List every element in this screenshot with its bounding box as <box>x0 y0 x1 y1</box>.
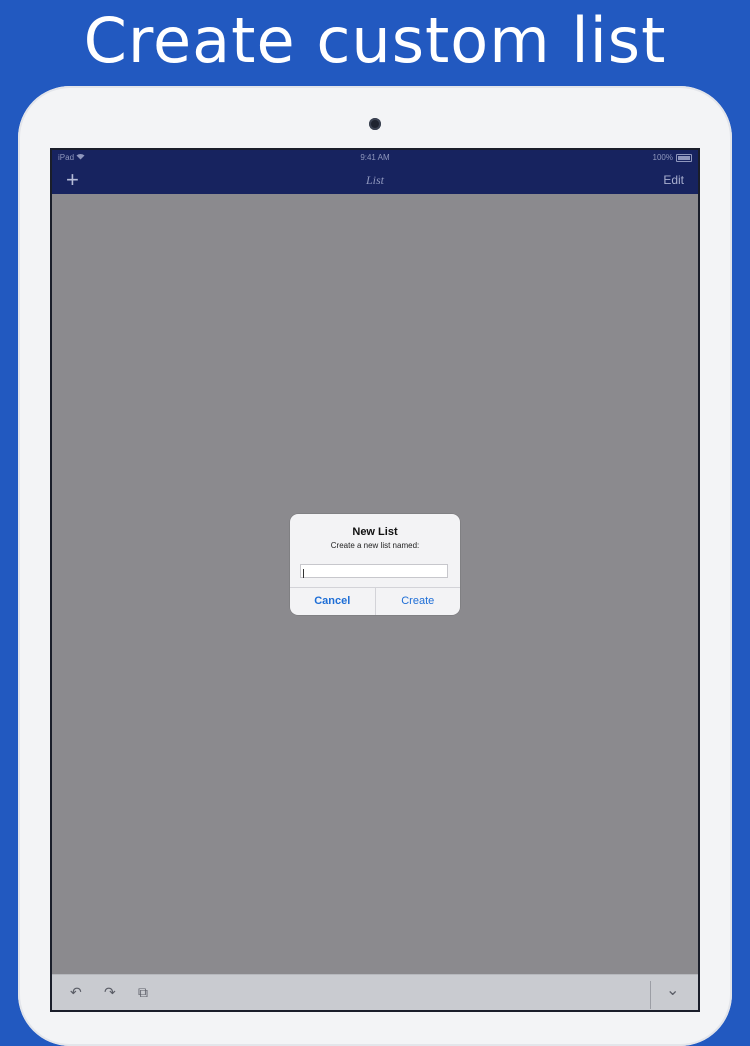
status-bar: iPad 9:41 AM 100% <box>52 150 698 166</box>
battery-percent: 100% <box>652 153 673 162</box>
nav-bar: + List Edit <box>52 166 698 194</box>
new-list-alert: New List Create a new list named: Cancel… <box>290 514 460 615</box>
redo-icon[interactable]: ↷ <box>104 984 116 1001</box>
list-name-input[interactable] <box>300 564 448 578</box>
headline: Create custom list <box>83 4 667 77</box>
collapse-keyboard-icon[interactable]: ⌄ <box>666 980 679 1000</box>
text-caret <box>303 569 304 578</box>
undo-icon[interactable]: ↶ <box>70 984 82 1001</box>
alert-button-row: Cancel Create <box>290 587 460 615</box>
alert-message: Create a new list named: <box>330 541 420 550</box>
status-time: 9:41 AM <box>360 153 390 162</box>
battery-icon <box>676 153 692 162</box>
camera-icon <box>369 118 381 130</box>
copy-icon[interactable]: ⧉ <box>138 984 148 1001</box>
edit-button[interactable]: Edit <box>663 173 684 187</box>
screen: iPad 9:41 AM 100% + List Edit New List C… <box>52 150 698 1010</box>
status-right: 100% <box>653 153 692 162</box>
nav-title: List <box>365 173 384 187</box>
cancel-button[interactable]: Cancel <box>290 588 376 615</box>
keyboard-toolbar: ↶ ↷ ⧉ ⌄ <box>52 974 698 1010</box>
toolbar-divider <box>650 981 651 1009</box>
create-button[interactable]: Create <box>376 588 461 615</box>
alert-title: New List <box>352 526 398 538</box>
